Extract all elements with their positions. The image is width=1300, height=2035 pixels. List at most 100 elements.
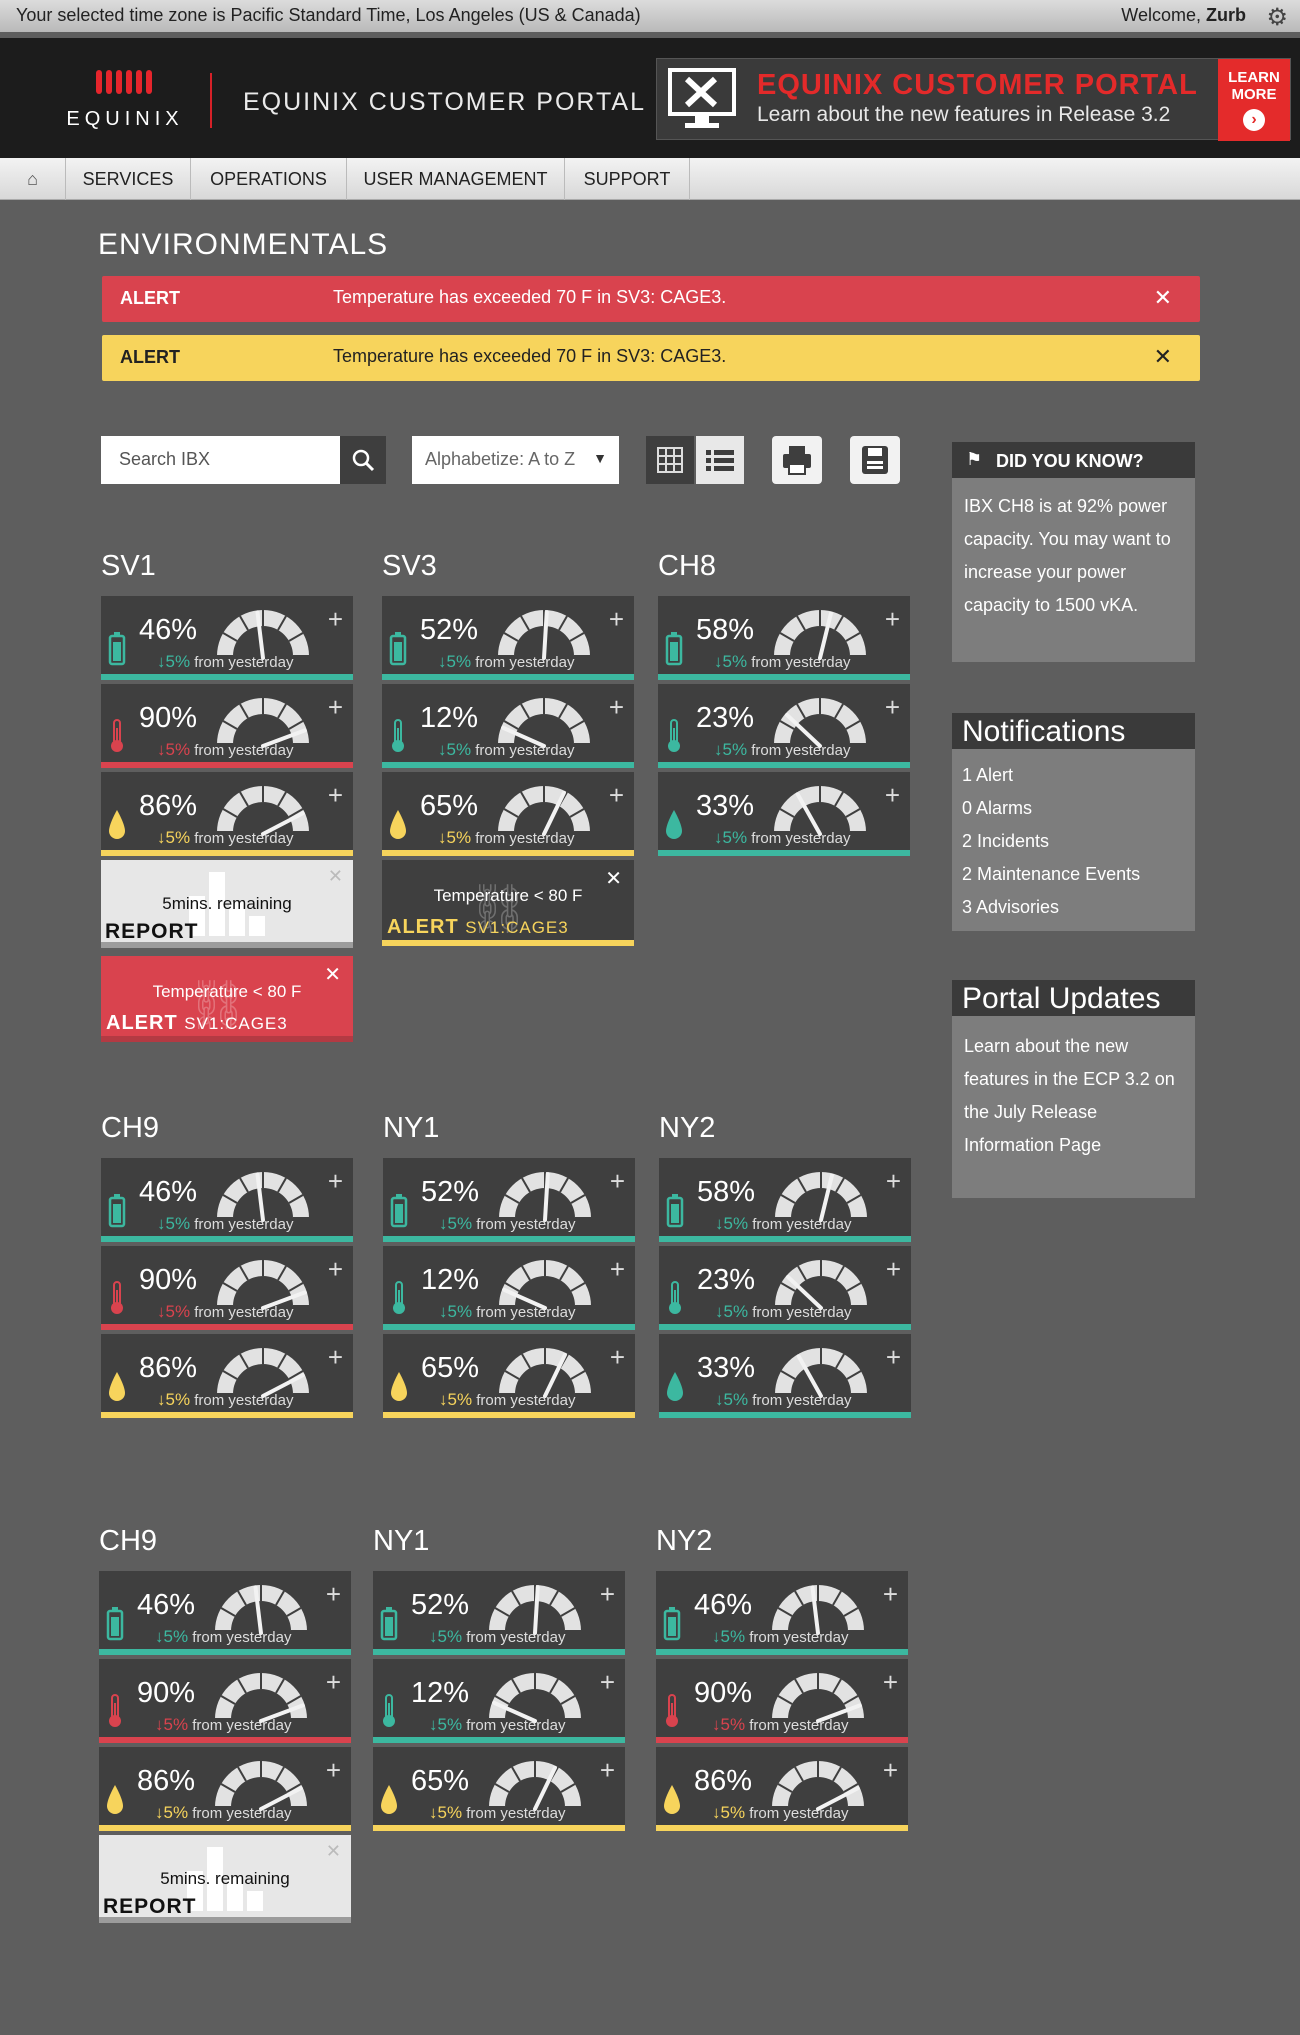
notification-item[interactable]: 3 Advisories: [962, 891, 1185, 924]
notification-item[interactable]: 2 Incidents: [962, 825, 1185, 858]
metric-tile-temperature[interactable]: 12% ↓5% from yesterday +: [373, 1659, 625, 1743]
expand-plus-icon[interactable]: +: [600, 1667, 615, 1698]
expand-plus-icon[interactable]: +: [326, 1755, 341, 1786]
metric-tile-power[interactable]: 52% ↓5% from yesterday +: [373, 1571, 625, 1655]
site-name[interactable]: SV1: [101, 548, 353, 596]
metric-tile-humidity[interactable]: 86% ↓5% from yesterday +: [99, 1747, 351, 1831]
search-input[interactable]: Search IBX: [119, 449, 210, 470]
expand-plus-icon[interactable]: +: [328, 604, 343, 635]
close-icon[interactable]: ✕: [1154, 344, 1172, 370]
notification-item[interactable]: 2 Maintenance Events: [962, 858, 1185, 891]
site-name[interactable]: CH9: [99, 1523, 351, 1571]
expand-plus-icon[interactable]: +: [610, 1254, 625, 1285]
metric-tile-humidity[interactable]: 65% ↓5% from yesterday +: [382, 772, 634, 856]
close-icon[interactable]: ✕: [1154, 285, 1172, 311]
metric-tile-power[interactable]: 46% ↓5% from yesterday +: [101, 596, 353, 680]
site-name[interactable]: NY1: [383, 1110, 635, 1158]
search-ibx[interactable]: Search IBX: [101, 436, 386, 484]
expand-plus-icon[interactable]: +: [886, 1166, 901, 1197]
report-tile[interactable]: 5mins. remaining REPORT ✕: [99, 1835, 351, 1923]
metric-tile-power[interactable]: 46% ↓5% from yesterday +: [99, 1571, 351, 1655]
expand-plus-icon[interactable]: +: [609, 780, 624, 811]
metric-percent: 90%: [694, 1677, 753, 1709]
metric-tile-temperature[interactable]: 23% ↓5% from yesterday +: [658, 684, 910, 768]
sort-select[interactable]: Alphabetize: A to Z ▼: [412, 436, 619, 484]
site-name[interactable]: NY1: [373, 1523, 625, 1571]
nav-support[interactable]: SUPPORT: [565, 158, 690, 200]
expand-plus-icon[interactable]: +: [326, 1579, 341, 1610]
expand-plus-icon[interactable]: +: [610, 1342, 625, 1373]
release-promo-banner[interactable]: EQUINIX CUSTOMER PORTAL Learn about the …: [656, 58, 1291, 141]
nav-services[interactable]: SERVICES: [66, 158, 191, 200]
metric-tile-humidity[interactable]: 33% ↓5% from yesterday +: [659, 1334, 911, 1418]
status-bar: [659, 1324, 911, 1330]
metric-tile-humidity[interactable]: 65% ↓5% from yesterday +: [373, 1747, 625, 1831]
expand-plus-icon[interactable]: +: [883, 1579, 898, 1610]
expand-plus-icon[interactable]: +: [609, 604, 624, 635]
metric-tile-temperature[interactable]: 23% ↓5% from yesterday +: [659, 1246, 911, 1330]
close-icon[interactable]: ✕: [324, 962, 341, 987]
portal-updates-body[interactable]: Learn about the new features in the ECP …: [952, 1016, 1195, 1162]
metric-tile-power[interactable]: 58% ↓5% from yesterday +: [659, 1158, 911, 1242]
site-name[interactable]: CH8: [658, 548, 910, 596]
metric-tile-power[interactable]: 52% ↓5% from yesterday +: [382, 596, 634, 680]
expand-plus-icon[interactable]: +: [886, 1254, 901, 1285]
expand-plus-icon[interactable]: +: [609, 692, 624, 723]
nav-operations[interactable]: OPERATIONS: [191, 158, 347, 200]
cage-alert-tile[interactable]: ⛓ Temperature < 80 F ALERT SV1:CAGE3 ✕: [382, 860, 634, 946]
metric-tile-power[interactable]: 58% ↓5% from yesterday +: [658, 596, 910, 680]
print-icon[interactable]: [772, 436, 822, 484]
list-view-icon[interactable]: [696, 436, 744, 484]
user-name[interactable]: Zurb: [1206, 5, 1246, 25]
learn-more-button[interactable]: LEARN MORE ›: [1218, 59, 1290, 141]
expand-plus-icon[interactable]: +: [885, 780, 900, 811]
equinix-logo[interactable]: EQUINIX: [60, 68, 190, 138]
notification-item[interactable]: 1 Alert: [962, 759, 1185, 792]
metric-tile-temperature[interactable]: 90% ↓5% from yesterday +: [101, 1246, 353, 1330]
metric-tile-temperature[interactable]: 12% ↓5% from yesterday +: [383, 1246, 635, 1330]
report-tile[interactable]: 5mins. remaining REPORT ✕: [101, 860, 353, 948]
expand-plus-icon[interactable]: +: [328, 780, 343, 811]
close-icon[interactable]: ✕: [328, 866, 343, 887]
metric-tile-humidity[interactable]: 86% ↓5% from yesterday +: [101, 772, 353, 856]
expand-plus-icon[interactable]: +: [883, 1667, 898, 1698]
site-name[interactable]: CH9: [101, 1110, 353, 1158]
metric-tile-temperature[interactable]: 90% ↓5% from yesterday +: [99, 1659, 351, 1743]
expand-plus-icon[interactable]: +: [328, 1254, 343, 1285]
metric-tile-temperature[interactable]: 12% ↓5% from yesterday +: [382, 684, 634, 768]
save-icon[interactable]: [850, 436, 900, 484]
metric-tile-power[interactable]: 46% ↓5% from yesterday +: [656, 1571, 908, 1655]
gear-icon[interactable]: ⚙: [1266, 3, 1288, 32]
expand-plus-icon[interactable]: +: [600, 1755, 615, 1786]
expand-plus-icon[interactable]: +: [883, 1755, 898, 1786]
metric-tile-power[interactable]: 46% ↓5% from yesterday +: [101, 1158, 353, 1242]
grid-view-icon[interactable]: [646, 436, 694, 484]
expand-plus-icon[interactable]: +: [886, 1342, 901, 1373]
expand-plus-icon[interactable]: +: [885, 692, 900, 723]
close-icon[interactable]: ✕: [605, 866, 622, 891]
nav-user-management[interactable]: USER MANAGEMENT: [347, 158, 565, 200]
metric-tile-humidity[interactable]: 86% ↓5% from yesterday +: [656, 1747, 908, 1831]
notification-item[interactable]: 0 Alarms: [962, 792, 1185, 825]
metric-tile-humidity[interactable]: 86% ↓5% from yesterday +: [101, 1334, 353, 1418]
site-name[interactable]: NY2: [659, 1110, 911, 1158]
metric-tile-humidity[interactable]: 33% ↓5% from yesterday +: [658, 772, 910, 856]
expand-plus-icon[interactable]: +: [328, 1166, 343, 1197]
close-icon[interactable]: ✕: [326, 1841, 341, 1862]
expand-plus-icon[interactable]: +: [610, 1166, 625, 1197]
site-name[interactable]: SV3: [382, 548, 634, 596]
home-icon[interactable]: ⌂: [0, 158, 66, 200]
cage-alert-tile[interactable]: ⛓ Temperature < 80 F ALERT SV1:CAGE3 ✕: [101, 956, 353, 1042]
expand-plus-icon[interactable]: +: [326, 1667, 341, 1698]
metric-tile-temperature[interactable]: 90% ↓5% from yesterday +: [101, 684, 353, 768]
expand-plus-icon[interactable]: +: [328, 1342, 343, 1373]
metric-tile-power[interactable]: 52% ↓5% from yesterday +: [383, 1158, 635, 1242]
site-name[interactable]: NY2: [656, 1523, 908, 1571]
expand-plus-icon[interactable]: +: [885, 604, 900, 635]
search-icon[interactable]: [340, 436, 386, 484]
humidity-drop-icon: [105, 1781, 125, 1817]
metric-tile-temperature[interactable]: 90% ↓5% from yesterday +: [656, 1659, 908, 1743]
expand-plus-icon[interactable]: +: [328, 692, 343, 723]
expand-plus-icon[interactable]: +: [600, 1579, 615, 1610]
metric-tile-humidity[interactable]: 65% ↓5% from yesterday +: [383, 1334, 635, 1418]
